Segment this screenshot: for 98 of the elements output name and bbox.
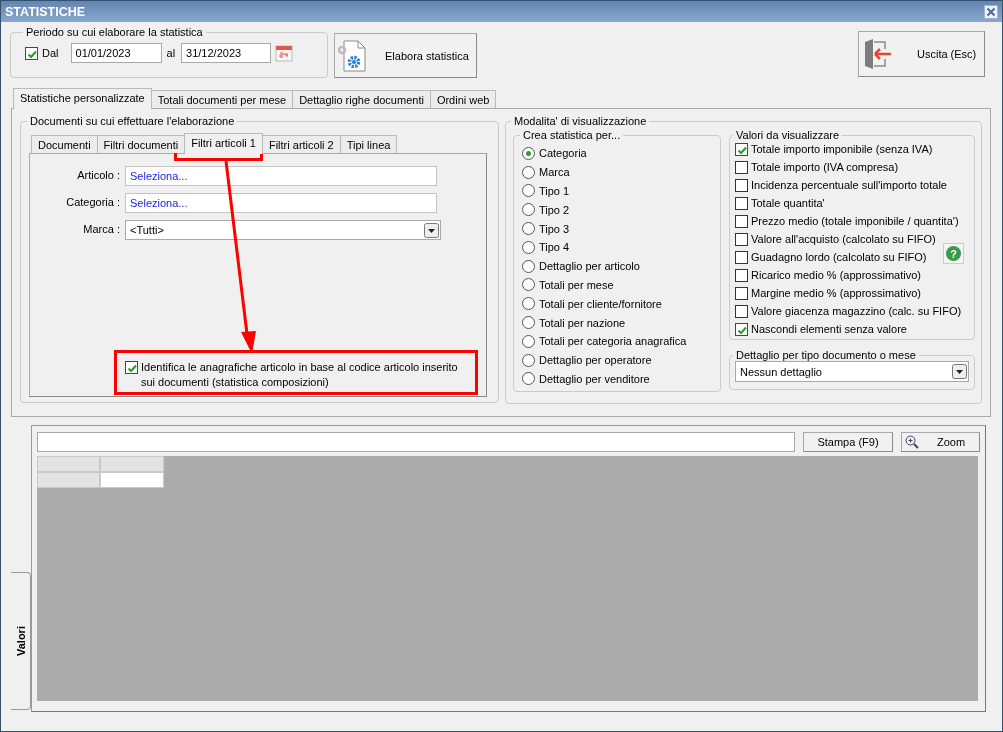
picker-field[interactable]: Seleziona... <box>125 193 437 213</box>
to-label: al <box>166 47 176 59</box>
group-title: Modalita' di visualizzazione <box>513 115 648 127</box>
date-field[interactable]: 31/12/2023 <box>181 43 272 63</box>
grid-header-cell <box>37 456 100 472</box>
close-icon[interactable] <box>984 4 998 19</box>
caret-icon[interactable] <box>424 222 439 238</box>
exit-button[interactable]: Uscita (Esc) <box>858 31 985 77</box>
document-gears-icon <box>338 39 368 72</box>
radio-button[interactable] <box>522 146 535 160</box>
dropdown[interactable]: <Tutti> <box>125 220 441 240</box>
radio-label: Totali per mese <box>539 278 614 291</box>
radio-label: Dettaglio per articolo <box>539 260 640 273</box>
dropdown[interactable]: Nessun dettaglio <box>735 361 969 382</box>
checkbox-label: Identifica le anagrafiche articolo in base al codice articolo inserito sui documenti (statistica composizioni) <box>141 360 459 390</box>
radio-label: Dettaglio per venditore <box>539 372 650 385</box>
checkbox-label: Valore giacenza magazzino (calc. su FIFO) <box>751 304 962 319</box>
checkmark-icon <box>736 144 747 155</box>
print-button[interactable]: Stampa (F9) <box>803 432 893 452</box>
zoom-button[interactable]: Zoom <box>901 432 980 452</box>
radio-button[interactable] <box>522 334 535 348</box>
exit-door-icon <box>863 38 893 70</box>
radio-label: Totali per cliente/fornitore <box>539 297 662 310</box>
checkbox[interactable] <box>735 323 748 336</box>
from-label: Dal <box>42 47 59 59</box>
radio-label: Tipo 4 <box>539 241 570 254</box>
search-field[interactable] <box>37 432 795 452</box>
tab[interactable]: Totali documenti per mese <box>150 90 294 108</box>
checkbox[interactable] <box>735 179 748 192</box>
side-tab[interactable]: Valori <box>11 572 31 710</box>
checkbox[interactable] <box>735 269 748 282</box>
radio-button[interactable] <box>522 222 535 236</box>
checkbox[interactable] <box>735 233 748 246</box>
checkbox-label: Totale importo imponibile (senza IVA) <box>751 142 933 157</box>
checkbox[interactable] <box>735 161 748 174</box>
group-title: Periodo su cui elaborare la statistica <box>25 26 204 38</box>
radio-label: Dettaglio per operatore <box>539 354 652 367</box>
checkbox-label: Valore all'acquisto (calcolato su FIFO) <box>751 232 936 247</box>
radio-label: Totali per categoria anagrafica <box>539 335 687 348</box>
field-label: Marca : <box>82 222 120 235</box>
checkbox-label: Nascondi elementi senza valore <box>751 322 907 337</box>
radio-button[interactable] <box>522 353 535 367</box>
radio-button[interactable] <box>522 240 535 254</box>
tab[interactable]: Filtri articoli 1 <box>184 133 263 154</box>
radio-button[interactable] <box>522 316 535 330</box>
tab[interactable]: Ordini web <box>429 90 497 108</box>
caret-icon[interactable] <box>952 364 967 379</box>
field-label: Articolo : <box>76 168 120 181</box>
checkbox[interactable] <box>735 305 748 318</box>
checkbox-label: Margine medio % (approssimativo) <box>751 286 921 301</box>
radio-label: Tipo 3 <box>539 222 570 235</box>
radio-label: Totali per nazione <box>539 316 626 329</box>
radio-button[interactable] <box>522 165 535 179</box>
radio-button[interactable] <box>522 278 535 292</box>
checkbox[interactable] <box>735 251 748 264</box>
group-title: Crea statistica per... <box>522 129 622 141</box>
group-title: Documenti su cui effettuare l'elaborazione <box>29 115 236 127</box>
checkbox[interactable] <box>125 361 138 374</box>
checkbox[interactable] <box>735 143 748 156</box>
radio-button[interactable] <box>522 372 535 386</box>
checkbox-label: Guadagno lordo (calcolato su FIFO) <box>751 250 927 265</box>
group-title: Dettaglio per tipo documento o mese <box>735 349 917 361</box>
magnifier-plus-icon <box>905 435 919 449</box>
tab[interactable]: Tipi linea <box>339 135 398 153</box>
checkbox[interactable] <box>25 46 38 60</box>
checkbox[interactable] <box>735 197 748 210</box>
tab[interactable]: Statistiche personalizzate <box>13 88 152 109</box>
calendar-icon[interactable] <box>275 44 294 62</box>
date-field[interactable]: 01/01/2023 <box>70 43 162 63</box>
checkbox-label: Totale importo (IVA compresa) <box>751 160 899 175</box>
picker-field[interactable]: Seleziona... <box>125 166 437 186</box>
radio-label: Marca <box>539 166 570 179</box>
tab[interactable]: Filtri articoli 2 <box>261 135 341 153</box>
radio-button[interactable] <box>522 203 535 217</box>
radio-button[interactable] <box>522 184 535 198</box>
tab[interactable]: Filtri documenti <box>96 135 186 153</box>
checkbox-label: Prezzo medio (totale imponibile / quantita') <box>751 214 959 229</box>
checkbox-label: Totale quantita' <box>751 196 825 211</box>
radio-button[interactable] <box>522 259 535 273</box>
radio-label: Tipo 2 <box>539 203 570 216</box>
process-button[interactable]: Elabora statistica <box>334 33 477 78</box>
grid-header-cell <box>100 456 164 472</box>
checkmark-icon <box>736 324 747 335</box>
window-title: STATISTICHE <box>5 4 86 19</box>
group-title: Valori da visualizzare <box>735 129 841 141</box>
radio-label: Categoria <box>539 147 587 160</box>
field-label: Categoria : <box>65 195 120 208</box>
checkbox[interactable] <box>735 215 748 228</box>
grid-header-cell <box>37 472 100 488</box>
tab[interactable]: Documenti <box>31 135 98 153</box>
tab[interactable]: Dettaglio righe documenti <box>292 90 431 108</box>
checkbox[interactable] <box>735 287 748 300</box>
radio-button[interactable] <box>522 297 535 311</box>
checkmark-icon <box>126 362 137 373</box>
checkbox-label: Ricarico medio % (approssimativo) <box>751 268 921 283</box>
grid-cell <box>100 472 164 488</box>
radio-label: Tipo 1 <box>539 185 570 197</box>
checkbox-label: Incidenza percentuale sull'importo totale <box>751 178 947 193</box>
